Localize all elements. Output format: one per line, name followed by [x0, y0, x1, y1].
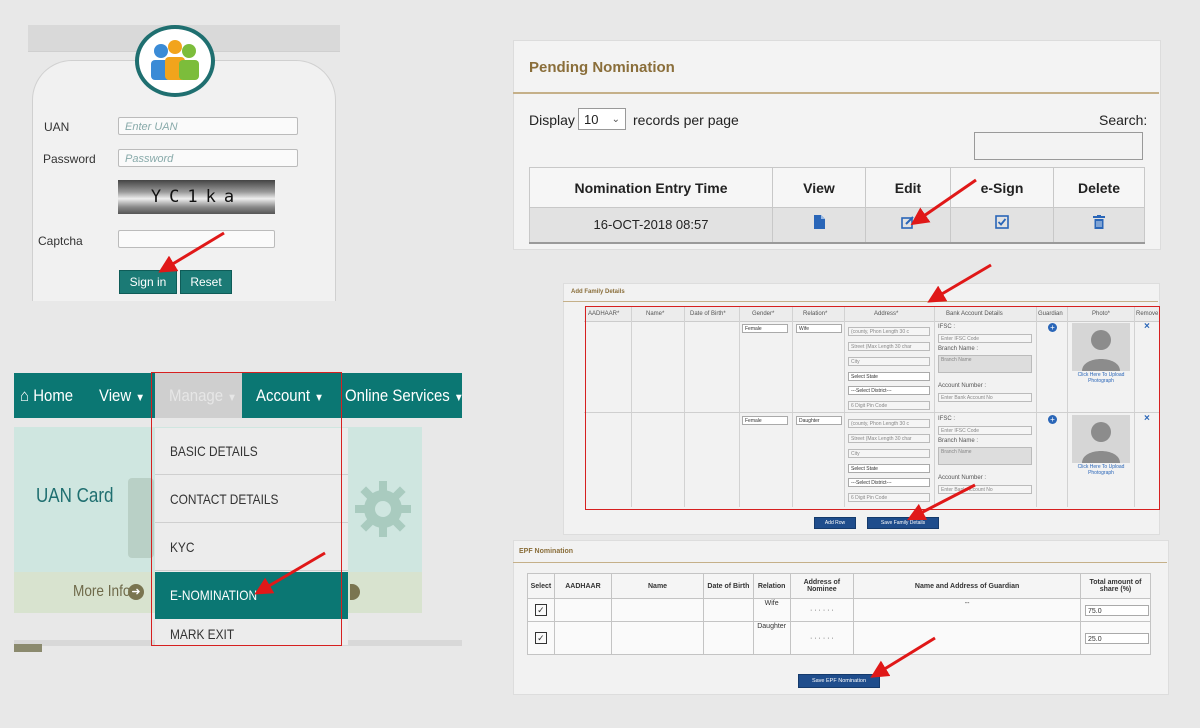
arrow-to-save-family — [907, 483, 976, 521]
annotation-arrows — [158, 178, 992, 678]
arrow-to-save-epf — [870, 636, 936, 678]
arrow-to-family-table — [927, 263, 992, 303]
arrow-to-edit-icon — [910, 178, 977, 226]
arrow-to-sign-in — [158, 231, 225, 273]
arrow-to-e-nomination — [254, 551, 326, 595]
